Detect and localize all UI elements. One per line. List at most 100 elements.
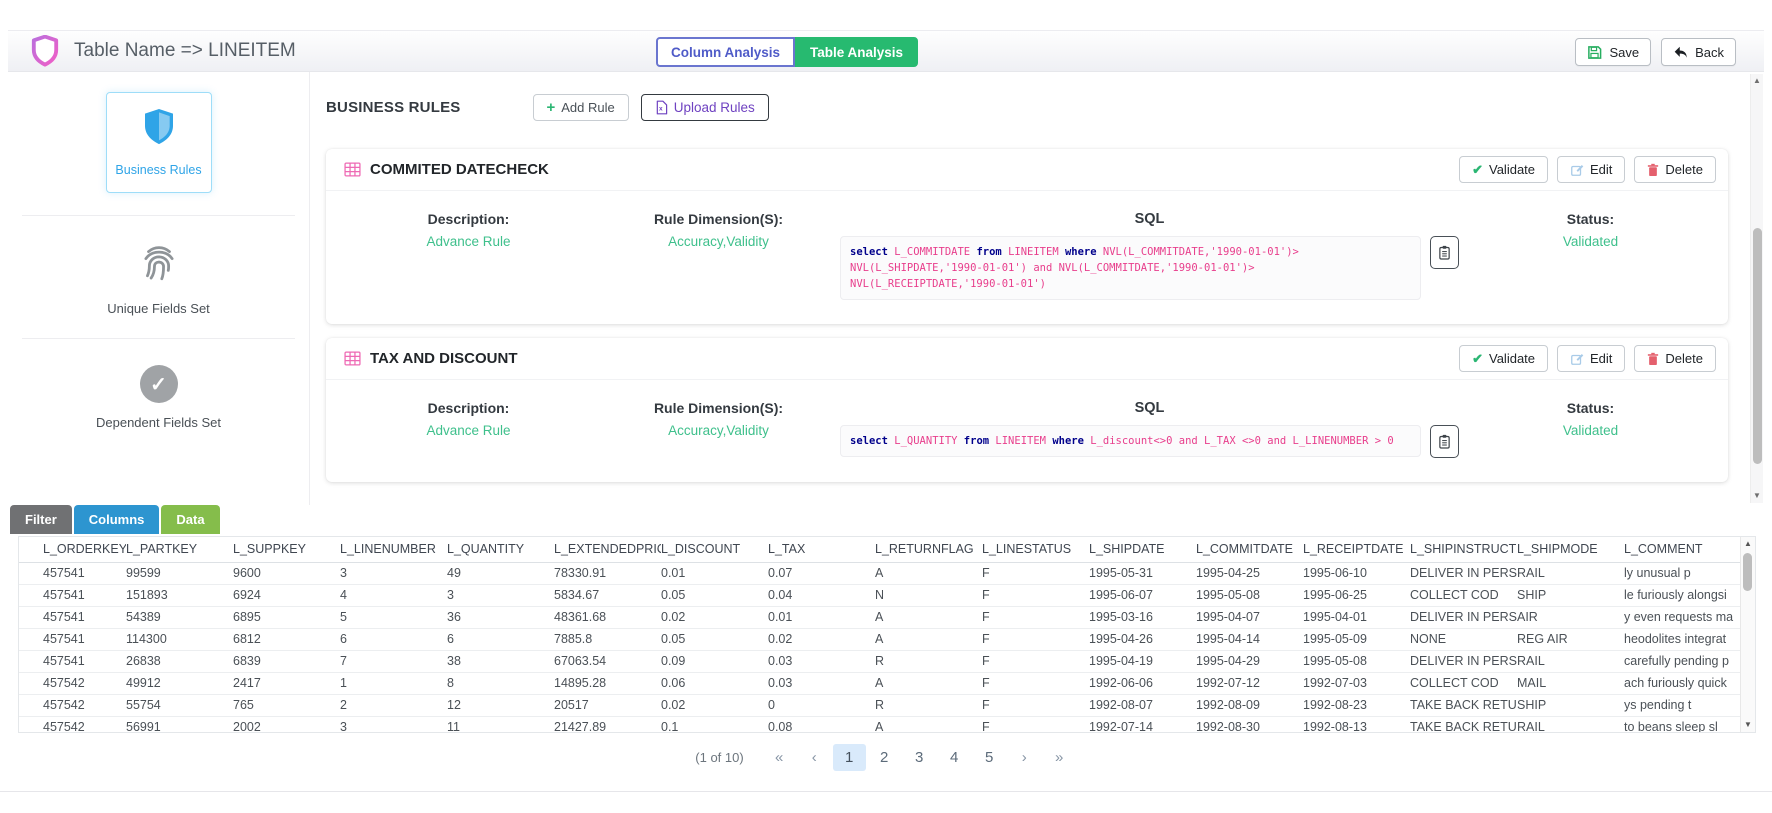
page-button-5[interactable]: 5: [973, 744, 1006, 771]
scroll-up-icon[interactable]: ▲: [1741, 537, 1755, 551]
table-cell: AIR: [1517, 606, 1624, 628]
column-header: L_SUPPKEY: [233, 537, 340, 562]
status-badge: Validated: [1463, 234, 1718, 249]
table-cell: MAIL: [1517, 672, 1624, 694]
column-header: L_RECEIPTDATE: [1303, 537, 1410, 562]
page-button-3[interactable]: 3: [903, 744, 936, 771]
table-cell: 457542: [19, 716, 126, 733]
table-cell: 0: [768, 694, 875, 716]
table-cell: 1995-04-25: [1196, 562, 1303, 584]
table-cell: 0.03: [768, 650, 875, 672]
table-cell: 1995-05-31: [1089, 562, 1196, 584]
table-cell: 4: [340, 584, 447, 606]
back-button[interactable]: Back: [1661, 38, 1736, 66]
edit-label: Edit: [1590, 162, 1612, 177]
table-cell: 3: [340, 716, 447, 733]
validate-button[interactable]: ✔ Validate: [1459, 345, 1548, 372]
next-page-button[interactable]: ›: [1008, 744, 1041, 771]
upload-rules-button[interactable]: x Upload Rules: [641, 94, 769, 121]
table-cell: 21427.89: [554, 716, 661, 733]
check-icon: ✔: [1472, 162, 1483, 178]
sidebar-item-unique-fields-set[interactable]: Unique Fields Set: [8, 242, 309, 316]
dimension-value: Accuracy,Validity: [601, 234, 836, 249]
edit-button[interactable]: Edit: [1557, 345, 1625, 372]
sql-label: SQL: [836, 211, 1463, 227]
table-cell: 1992-08-13: [1303, 716, 1410, 733]
table-cell: 49912: [126, 672, 233, 694]
add-rule-button[interactable]: + Add Rule: [533, 94, 629, 121]
copy-sql-button[interactable]: [1430, 425, 1459, 458]
page-button-1[interactable]: 1: [833, 744, 866, 771]
delete-button[interactable]: Delete: [1634, 345, 1716, 372]
upload-rules-label: Upload Rules: [674, 100, 755, 115]
table-cell: TAKE BACK RETURI: [1410, 716, 1517, 733]
table-cell: 1992-08-23: [1303, 694, 1410, 716]
sidebar-item-business-rules[interactable]: Business Rules: [106, 92, 212, 193]
rule-name: TAX AND DISCOUNT: [370, 350, 518, 367]
rule-card-buttons: ✔ Validate Edit: [1459, 156, 1716, 183]
table-cell: 1995-05-08: [1196, 584, 1303, 606]
table-cell: 12: [447, 694, 554, 716]
scroll-up-icon[interactable]: ▲: [1751, 74, 1763, 88]
shield-icon: [141, 107, 177, 147]
table-cell: 6812: [233, 628, 340, 650]
table-cell: 1995-05-09: [1303, 628, 1410, 650]
status-label: Status:: [1463, 400, 1718, 416]
table-cell: 8: [447, 672, 554, 694]
rule-dimension: Rule Dimension(S): Accuracy,Validity: [601, 400, 836, 458]
table-cell: RAIL: [1517, 562, 1624, 584]
table-cell: ach furiously quick: [1624, 672, 1740, 694]
delete-button[interactable]: Delete: [1634, 156, 1716, 183]
table-cell: F: [982, 672, 1089, 694]
table-row: 45754126838683973867063.540.090.03RF1995…: [19, 650, 1740, 672]
column-header: L_ORDERKEY: [19, 537, 126, 562]
save-label: Save: [1609, 45, 1639, 60]
first-page-button[interactable]: «: [763, 744, 796, 771]
table-cell: 457541: [19, 606, 126, 628]
validate-label: Validate: [1489, 162, 1535, 177]
last-page-button[interactable]: »: [1043, 744, 1076, 771]
edit-button[interactable]: Edit: [1557, 156, 1625, 183]
page-button-2[interactable]: 2: [868, 744, 901, 771]
column-header: L_SHIPDATE: [1089, 537, 1196, 562]
back-arrow-icon: [1673, 45, 1688, 60]
tab-column-analysis[interactable]: Column Analysis: [656, 37, 795, 67]
table-cell: 0.01: [661, 562, 768, 584]
column-header: L_LINESTATUS: [982, 537, 1089, 562]
rule-card-body: Description: Advance Rule Rule Dimension…: [326, 380, 1728, 482]
scroll-down-icon[interactable]: ▼: [1751, 489, 1763, 503]
table-cell: 5: [340, 606, 447, 628]
pencil-icon: [1570, 163, 1584, 177]
scroll-down-icon[interactable]: ▼: [1741, 718, 1755, 732]
sidebar-item-dependent-fields-set[interactable]: ✓ Dependent Fields Set: [8, 365, 309, 430]
table-cell: 1992-08-30: [1196, 716, 1303, 733]
table-cell: 2: [340, 694, 447, 716]
scrollbar-thumb[interactable]: [1743, 553, 1752, 591]
check-icon: ✔: [1472, 351, 1483, 367]
table-cell: 457541: [19, 628, 126, 650]
tab-filter[interactable]: Filter: [10, 505, 72, 534]
table-cell: 0.02: [661, 606, 768, 628]
table-cell: 6839: [233, 650, 340, 672]
trash-icon: [1647, 163, 1659, 177]
tab-data[interactable]: Data: [161, 505, 219, 534]
scrollbar-thumb[interactable]: [1753, 228, 1762, 464]
column-header: L_LINENUMBER: [340, 537, 447, 562]
table-cell: 0.01: [768, 606, 875, 628]
tab-columns[interactable]: Columns: [74, 505, 160, 534]
validate-button[interactable]: ✔ Validate: [1459, 156, 1548, 183]
table-cell: 1995-06-10: [1303, 562, 1410, 584]
prev-page-button[interactable]: ‹: [798, 744, 831, 771]
copy-sql-button[interactable]: [1430, 236, 1459, 269]
dimension-label: Rule Dimension(S):: [601, 400, 836, 416]
validate-label: Validate: [1489, 351, 1535, 366]
column-header: L_COMMENT: [1624, 537, 1740, 562]
page-button-4[interactable]: 4: [938, 744, 971, 771]
save-button[interactable]: Save: [1575, 38, 1651, 66]
table-cell: 765: [233, 694, 340, 716]
header-actions: Save Back: [1575, 38, 1736, 66]
sidebar-divider: [22, 215, 295, 216]
table-cell: 457542: [19, 672, 126, 694]
table-grid-icon: [344, 162, 361, 177]
tab-table-analysis[interactable]: Table Analysis: [795, 37, 918, 67]
